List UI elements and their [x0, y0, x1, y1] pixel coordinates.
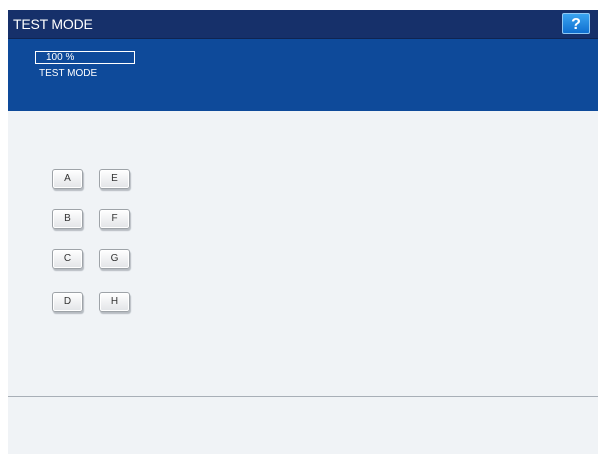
key-button-c[interactable]: C	[52, 249, 83, 269]
key-button-g[interactable]: G	[99, 249, 130, 269]
title-bar: TEST MODE ?	[8, 10, 598, 39]
key-button-d[interactable]: D	[52, 292, 83, 312]
status-panel: 100 % TEST MODE	[8, 39, 598, 111]
test-mode-screen: TEST MODE ? 100 % TEST MODE A E B F C G …	[8, 10, 598, 454]
key-button-b[interactable]: B	[52, 209, 83, 229]
key-button-f[interactable]: F	[99, 209, 130, 229]
help-button[interactable]: ?	[562, 13, 590, 34]
page-title: TEST MODE	[13, 16, 93, 32]
key-button-h[interactable]: H	[99, 292, 130, 312]
key-button-e[interactable]: E	[99, 169, 130, 189]
mode-status-text: TEST MODE	[39, 68, 98, 79]
divider	[8, 396, 598, 397]
key-button-a[interactable]: A	[52, 169, 83, 189]
percent-indicator: 100 %	[35, 51, 135, 64]
